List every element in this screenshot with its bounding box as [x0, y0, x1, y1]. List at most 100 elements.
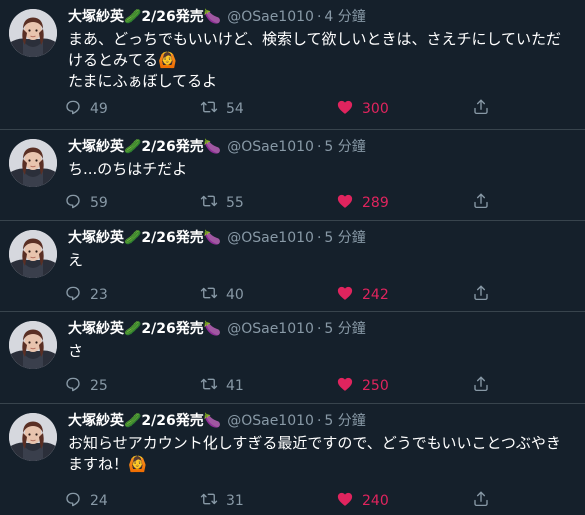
heart-icon [336, 192, 362, 214]
heart-icon [336, 284, 362, 306]
reply-count: 49 [90, 101, 108, 117]
tweet-text-line: ち...のちはチだよ [68, 160, 188, 178]
retweet-icon [200, 490, 226, 512]
reply-button[interactable]: 25 [64, 375, 200, 397]
timestamp[interactable]: 5 分鐘 [324, 319, 365, 339]
reply-button[interactable]: 49 [64, 98, 200, 120]
reply-button[interactable]: 59 [64, 192, 200, 214]
author-handle[interactable]: @OSae1010 [227, 319, 314, 339]
reply-count: 23 [90, 287, 108, 303]
heart-icon [336, 98, 362, 120]
tweet-header: 大塚紗英🥒2/26発売🍆 @OSae1010 · 5 分鐘 [68, 319, 575, 339]
author-name[interactable]: 大塚紗英🥒2/26発売🍆 [68, 7, 221, 27]
reply-icon [64, 375, 90, 397]
share-button[interactable] [472, 98, 498, 120]
author-handle[interactable]: @OSae1010 [227, 137, 314, 157]
like-button[interactable]: 300 [336, 98, 472, 120]
timestamp[interactable]: 5 分鐘 [324, 137, 365, 157]
reply-icon [64, 490, 90, 512]
reply-count: 25 [90, 378, 108, 394]
share-icon [472, 490, 498, 512]
like-count: 300 [362, 101, 389, 117]
tweet-content: 大塚紗英🥒2/26発売🍆 @OSae1010 · 5 分鐘 ち...のちはチだよ [68, 137, 575, 180]
share-icon [472, 192, 498, 214]
author-name[interactable]: 大塚紗英🥒2/26発売🍆 [68, 319, 221, 339]
tweet-text-line: お知らせアカウント化しすぎる最近ですので、どうでもいいことつぶやき [68, 434, 561, 452]
timeline-feed: 大塚紗英🥒2/26発売🍆 @OSae1010 · 4 分鐘 まあ、どっちでもいい… [0, 0, 585, 515]
tweet-content: 大塚紗英🥒2/26発売🍆 @OSae1010 · 4 分鐘 まあ、どっちでもいい… [68, 7, 575, 92]
reply-icon [64, 98, 90, 120]
tweet-text-line: さ [68, 342, 84, 360]
author-handle[interactable]: @OSae1010 [227, 7, 314, 27]
retweet-icon [200, 284, 226, 306]
tweet[interactable]: 大塚紗英🥒2/26発売🍆 @OSae1010 · 5 分鐘 え 23 40 24… [0, 221, 585, 312]
tweet-content: 大塚紗英🥒2/26発売🍆 @OSae1010 · 5 分鐘 え [68, 228, 575, 271]
share-button[interactable] [472, 490, 498, 512]
reply-button[interactable]: 23 [64, 284, 200, 306]
share-icon [472, 284, 498, 306]
reply-count: 59 [90, 195, 108, 211]
like-count: 289 [362, 195, 389, 211]
avatar[interactable] [9, 230, 57, 278]
retweet-icon [200, 375, 226, 397]
tweet-actions: 24 31 240 [64, 490, 525, 512]
timestamp[interactable]: 5 分鐘 [324, 411, 365, 431]
retweet-button[interactable]: 54 [200, 98, 336, 120]
tweet-header: 大塚紗英🥒2/26発売🍆 @OSae1010 · 4 分鐘 [68, 7, 575, 27]
tweet-text: え [68, 250, 575, 271]
author-handle[interactable]: @OSae1010 [227, 228, 314, 248]
like-button[interactable]: 240 [336, 490, 472, 512]
tweet-text-line: まあ、どっちでもいいけど、検索して欲しいときは、さえチにしていただ [68, 30, 562, 48]
like-count: 240 [362, 493, 389, 509]
tweet-header: 大塚紗英🥒2/26発売🍆 @OSae1010 · 5 分鐘 [68, 411, 575, 431]
reply-icon [64, 284, 90, 306]
share-icon [472, 98, 498, 120]
retweet-count: 54 [226, 101, 244, 117]
like-button[interactable]: 242 [336, 284, 472, 306]
tweet[interactable]: 大塚紗英🥒2/26発売🍆 @OSae1010 · 4 分鐘 まあ、どっちでもいい… [0, 0, 585, 130]
retweet-button[interactable]: 41 [200, 375, 336, 397]
author-name[interactable]: 大塚紗英🥒2/26発売🍆 [68, 228, 221, 248]
separator-dot: · [316, 139, 322, 155]
author-handle[interactable]: @OSae1010 [227, 411, 314, 431]
tweet-text: さ [68, 341, 575, 362]
timestamp[interactable]: 4 分鐘 [324, 7, 365, 27]
share-button[interactable] [472, 284, 498, 306]
separator-dot: · [316, 230, 322, 246]
tweet-text: お知らせアカウント化しすぎる最近ですので、どうでもいいことつぶやき ますね！🙆 [68, 433, 575, 475]
tweet-text-line: え [68, 251, 84, 269]
like-count: 242 [362, 287, 389, 303]
like-button[interactable]: 289 [336, 192, 472, 214]
reply-count: 24 [90, 493, 108, 509]
avatar[interactable] [9, 413, 57, 461]
retweet-count: 31 [226, 493, 244, 509]
share-button[interactable] [472, 375, 498, 397]
tweet[interactable]: 大塚紗英🥒2/26発売🍆 @OSae1010 · 5 分鐘 お知らせアカウント化… [0, 404, 585, 515]
tweet[interactable]: 大塚紗英🥒2/26発売🍆 @OSae1010 · 5 分鐘 ち...のちはチだよ… [0, 130, 585, 221]
tweet-actions: 23 40 242 [64, 284, 525, 306]
tweet-actions: 49 54 300 [64, 98, 525, 120]
avatar[interactable] [9, 321, 57, 369]
reply-button[interactable]: 24 [64, 490, 200, 512]
author-name[interactable]: 大塚紗英🥒2/26発売🍆 [68, 411, 221, 431]
separator-dot: · [316, 321, 322, 337]
tweet-text-line: ますね！🙆 [68, 455, 147, 473]
retweet-button[interactable]: 40 [200, 284, 336, 306]
retweet-button[interactable]: 55 [200, 192, 336, 214]
heart-icon [336, 375, 362, 397]
tweet-text-line: けるとみてる🙆 [68, 51, 177, 69]
avatar[interactable] [9, 9, 57, 57]
timestamp[interactable]: 5 分鐘 [324, 228, 365, 248]
retweet-count: 55 [226, 195, 244, 211]
share-button[interactable] [472, 192, 498, 214]
tweet[interactable]: 大塚紗英🥒2/26発売🍆 @OSae1010 · 5 分鐘 さ 25 41 25… [0, 312, 585, 404]
share-icon [472, 375, 498, 397]
retweet-icon [200, 98, 226, 120]
retweet-button[interactable]: 31 [200, 490, 336, 512]
author-name[interactable]: 大塚紗英🥒2/26発売🍆 [68, 137, 221, 157]
like-button[interactable]: 250 [336, 375, 472, 397]
tweet-content: 大塚紗英🥒2/26発売🍆 @OSae1010 · 5 分鐘 お知らせアカウント化… [68, 411, 575, 475]
avatar[interactable] [9, 139, 57, 187]
retweet-count: 40 [226, 287, 244, 303]
tweet-text: ち...のちはチだよ [68, 159, 575, 180]
